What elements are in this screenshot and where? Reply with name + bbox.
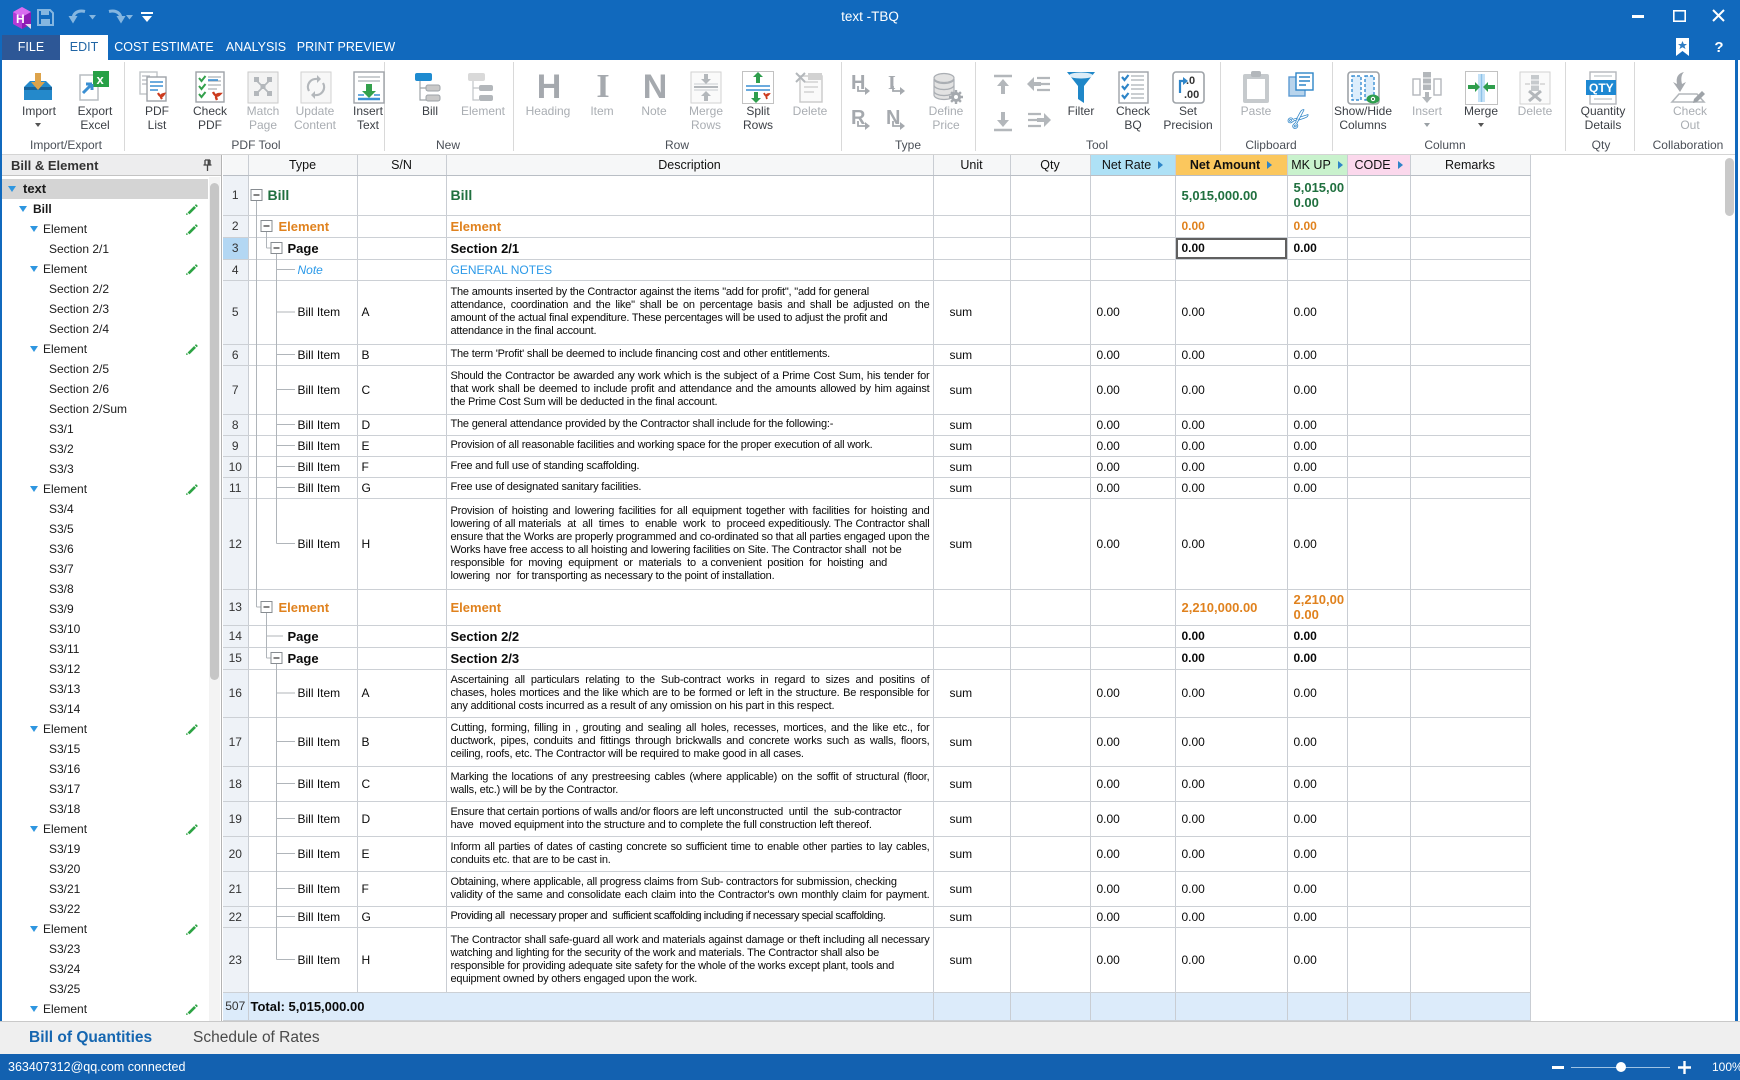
svg-text:x: x [97, 72, 105, 87]
svg-text:.00: .00 [1184, 89, 1199, 101]
svg-text:QTY: QTY [1589, 81, 1614, 95]
